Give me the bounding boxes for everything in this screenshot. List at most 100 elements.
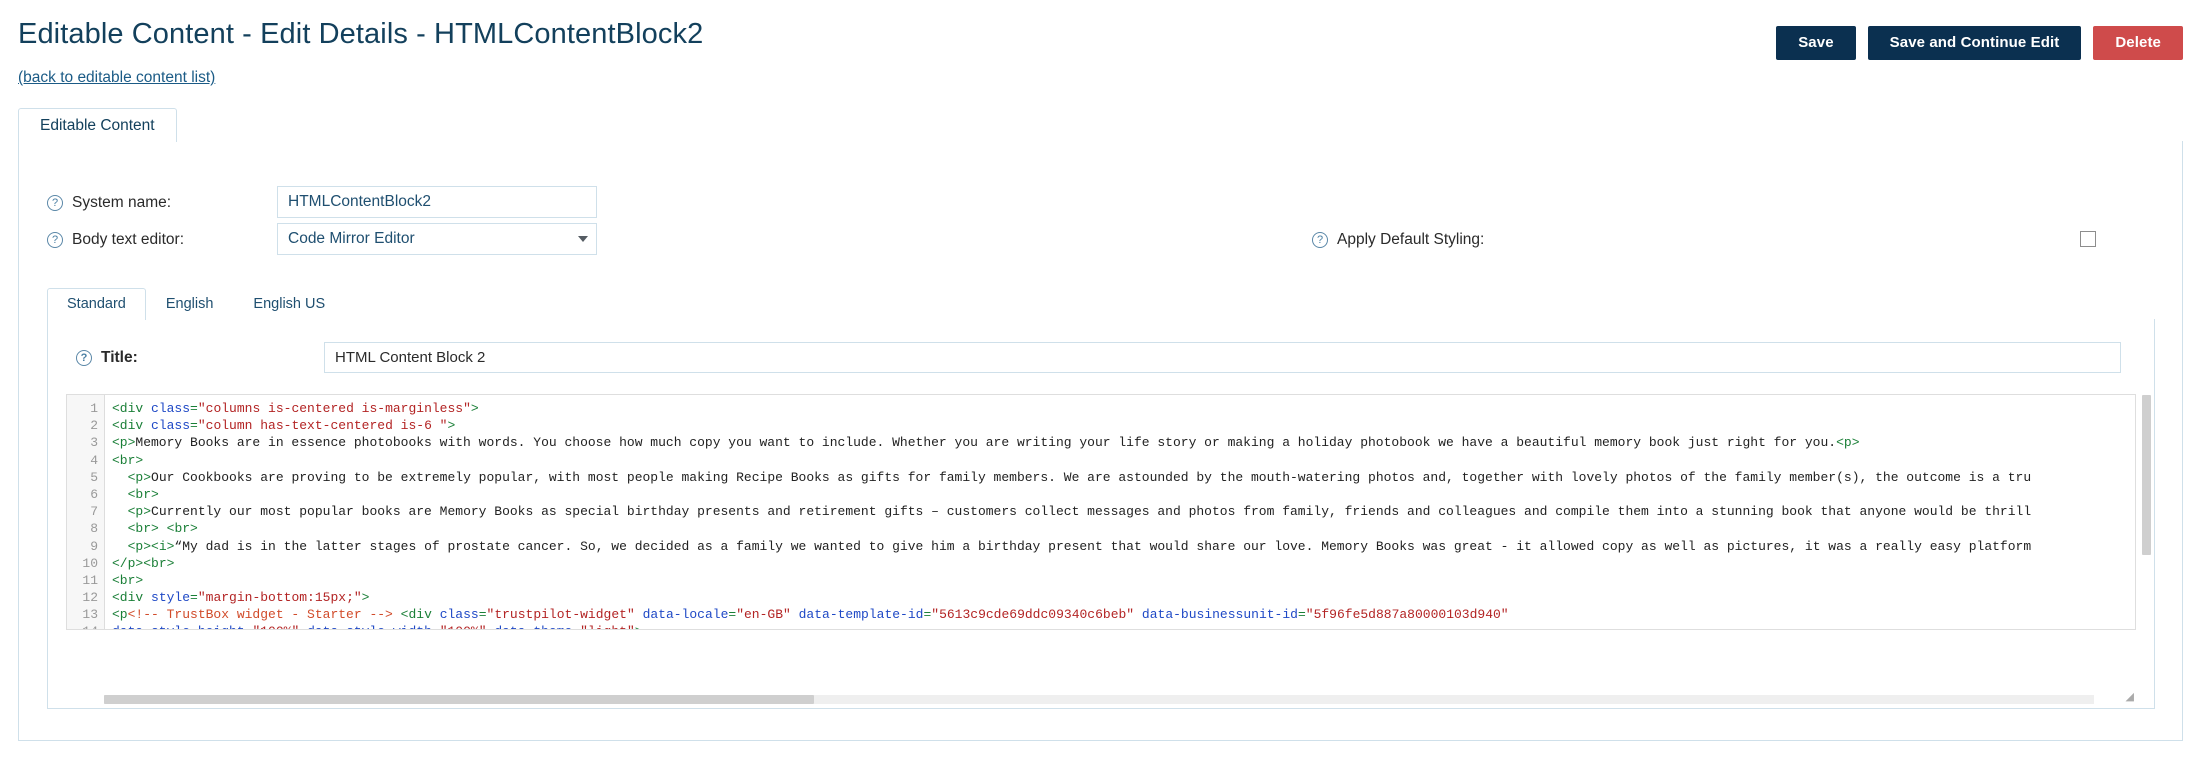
save-and-continue-edit-button[interactable]: Save and Continue Edit <box>1868 26 2082 60</box>
code-token-tag: <p> <box>128 470 151 485</box>
code-token-str: "margin-bottom:15px;" <box>198 590 362 605</box>
code-token-attr: class <box>440 607 479 622</box>
editor-line-number: 14 <box>67 623 104 630</box>
code-token-attr: data-businessunit-id <box>1142 607 1298 622</box>
tab-standard[interactable]: Standard <box>47 288 146 320</box>
editor-code-line[interactable]: <div class="column has-text-centered is-… <box>112 417 2135 434</box>
code-token-tag: <p> <box>128 504 151 519</box>
system-name-input[interactable] <box>277 186 597 218</box>
help-icon[interactable]: ? <box>76 350 92 366</box>
system-name-label: System name: <box>72 194 171 212</box>
code-token-txt <box>159 521 167 536</box>
tab-english[interactable]: English <box>146 288 234 320</box>
code-token-tag: <br> <box>128 521 159 536</box>
editor-line-number-gutter: 12345678910111213141516 <box>67 395 105 629</box>
save-button[interactable]: Save <box>1776 26 1855 60</box>
code-token-txt <box>791 607 799 622</box>
language-tab-body: ? Title: 12345678910111213141516 <div cl… <box>47 319 2155 709</box>
body-text-editor-row: ? Body text editor: Code Mirror Editor ?… <box>19 223 2182 261</box>
body-text-editor-select-wrap: Code Mirror Editor <box>277 223 597 255</box>
delete-button[interactable]: Delete <box>2093 26 2183 60</box>
apply-default-styling-checkbox[interactable] <box>2080 231 2096 247</box>
editor-line-number: 7 <box>67 503 104 520</box>
code-token-tag: > <box>447 418 455 433</box>
editor-code-area[interactable]: <div class="columns is-centered is-margi… <box>105 395 2135 629</box>
outer-tab-strip: Editable Content <box>18 108 2183 142</box>
editor-code-line[interactable]: </p><br> <box>112 555 2135 572</box>
editor-horizontal-scrollbar[interactable] <box>104 695 2094 704</box>
editor-horizontal-scroll-thumb[interactable] <box>104 695 814 704</box>
code-token-tag: <br> <box>143 556 174 571</box>
code-token-attr: data-theme <box>494 624 572 629</box>
code-token-tag: = <box>1298 607 1306 622</box>
apply-default-styling-label: Apply Default Styling: <box>1337 231 1484 249</box>
code-token-tag: = <box>432 624 440 629</box>
editor-line-number: 4 <box>67 452 104 469</box>
tab-editable-content[interactable]: Editable Content <box>18 108 177 142</box>
code-token-attr: data-locale <box>643 607 729 622</box>
editor-code-line[interactable]: <div style="margin-bottom:15px;"> <box>112 589 2135 606</box>
code-token-attr: class <box>151 401 190 416</box>
editor-code-line[interactable]: <br> <br> <box>112 520 2135 537</box>
code-token-tag: <br> <box>112 573 143 588</box>
editor-code-line[interactable]: <p><i>“My dad is in the latter stages of… <box>112 538 2135 555</box>
code-token-str: "light" <box>580 624 635 629</box>
title-label: Title: <box>101 349 138 367</box>
code-token-str: "5f96fe5d887a80000103d940" <box>1306 607 1509 622</box>
editable-content-panel: ? System name: ? Body text editor: Code … <box>18 141 2183 741</box>
code-token-attr: class <box>151 418 190 433</box>
editor-line-number: 2 <box>67 417 104 434</box>
page-root: Editable Content - Edit Details - HTMLCo… <box>0 0 2200 759</box>
code-token-txt <box>112 539 128 554</box>
code-token-txt <box>112 470 128 485</box>
editor-line-number: 12 <box>67 589 104 606</box>
code-token-tag: </p> <box>112 556 143 571</box>
editor-vertical-scroll-thumb[interactable] <box>2142 395 2151 555</box>
code-token-txt: Our Cookbooks are proving to be extremel… <box>151 470 2031 485</box>
code-token-txt <box>299 624 307 629</box>
code-mirror-editor[interactable]: 12345678910111213141516 <div class="colu… <box>66 394 2136 630</box>
help-icon[interactable]: ? <box>47 232 63 248</box>
editor-code-line[interactable]: <p>Memory Books are in essence photobook… <box>112 434 2135 451</box>
code-token-tag: > <box>362 590 370 605</box>
body-text-editor-label: Body text editor: <box>72 231 184 249</box>
editor-code-line[interactable]: <p>Currently our most popular books are … <box>112 503 2135 520</box>
code-token-tag: = <box>479 607 487 622</box>
code-token-attr: data-style-height <box>112 624 245 629</box>
language-tab-strip: Standard English English US <box>47 288 2155 320</box>
help-icon[interactable]: ? <box>1312 232 1328 248</box>
code-token-tag: = <box>572 624 580 629</box>
editor-code-line[interactable]: <p>Our Cookbooks are proving to be extre… <box>112 469 2135 486</box>
editor-code-line[interactable]: <br> <box>112 486 2135 503</box>
code-token-tag: <p> <box>128 539 151 554</box>
page-title: Editable Content - Edit Details - HTMLCo… <box>18 18 703 51</box>
title-row: ? Title: <box>48 342 2154 374</box>
tab-english-us[interactable]: English US <box>233 288 345 320</box>
editor-code-line[interactable]: data-style-height="100%" data-style-widt… <box>112 623 2135 629</box>
editor-code-line[interactable]: <br> <box>112 452 2135 469</box>
body-text-editor-select[interactable]: Code Mirror Editor <box>277 223 597 255</box>
editor-line-number: 5 <box>67 469 104 486</box>
apply-default-styling-label-group: ? Apply Default Styling: <box>1312 231 1484 249</box>
title-input[interactable] <box>324 342 2121 373</box>
code-token-tag: <br> <box>167 521 198 536</box>
code-token-com: <!-- TrustBox widget - Starter --> <box>128 607 393 622</box>
back-to-list-link[interactable]: (back to editable content list) <box>18 69 215 87</box>
code-token-tag: = <box>190 401 198 416</box>
code-token-tag: <p> <box>112 435 135 450</box>
code-token-tag: <br> <box>112 453 143 468</box>
code-token-tag: <div <box>112 590 151 605</box>
editor-code-line[interactable]: <p<!-- TrustBox widget - Starter --> <di… <box>112 606 2135 623</box>
help-icon[interactable]: ? <box>47 195 63 211</box>
code-token-tag: <p> <box>1836 435 1859 450</box>
editor-code-line[interactable]: <div class="columns is-centered is-margi… <box>112 400 2135 417</box>
editor-resize-handle[interactable]: ◢ <box>2126 690 2134 703</box>
code-token-tag: <i> <box>151 539 174 554</box>
code-token-tag: <div <box>112 418 151 433</box>
code-token-tag: > <box>471 401 479 416</box>
code-token-txt <box>1134 607 1142 622</box>
editor-vertical-scrollbar[interactable] <box>2142 395 2151 617</box>
editor-code-line[interactable]: <br> <box>112 572 2135 589</box>
code-token-tag: <div <box>401 607 440 622</box>
code-token-tag: <br> <box>128 487 159 502</box>
